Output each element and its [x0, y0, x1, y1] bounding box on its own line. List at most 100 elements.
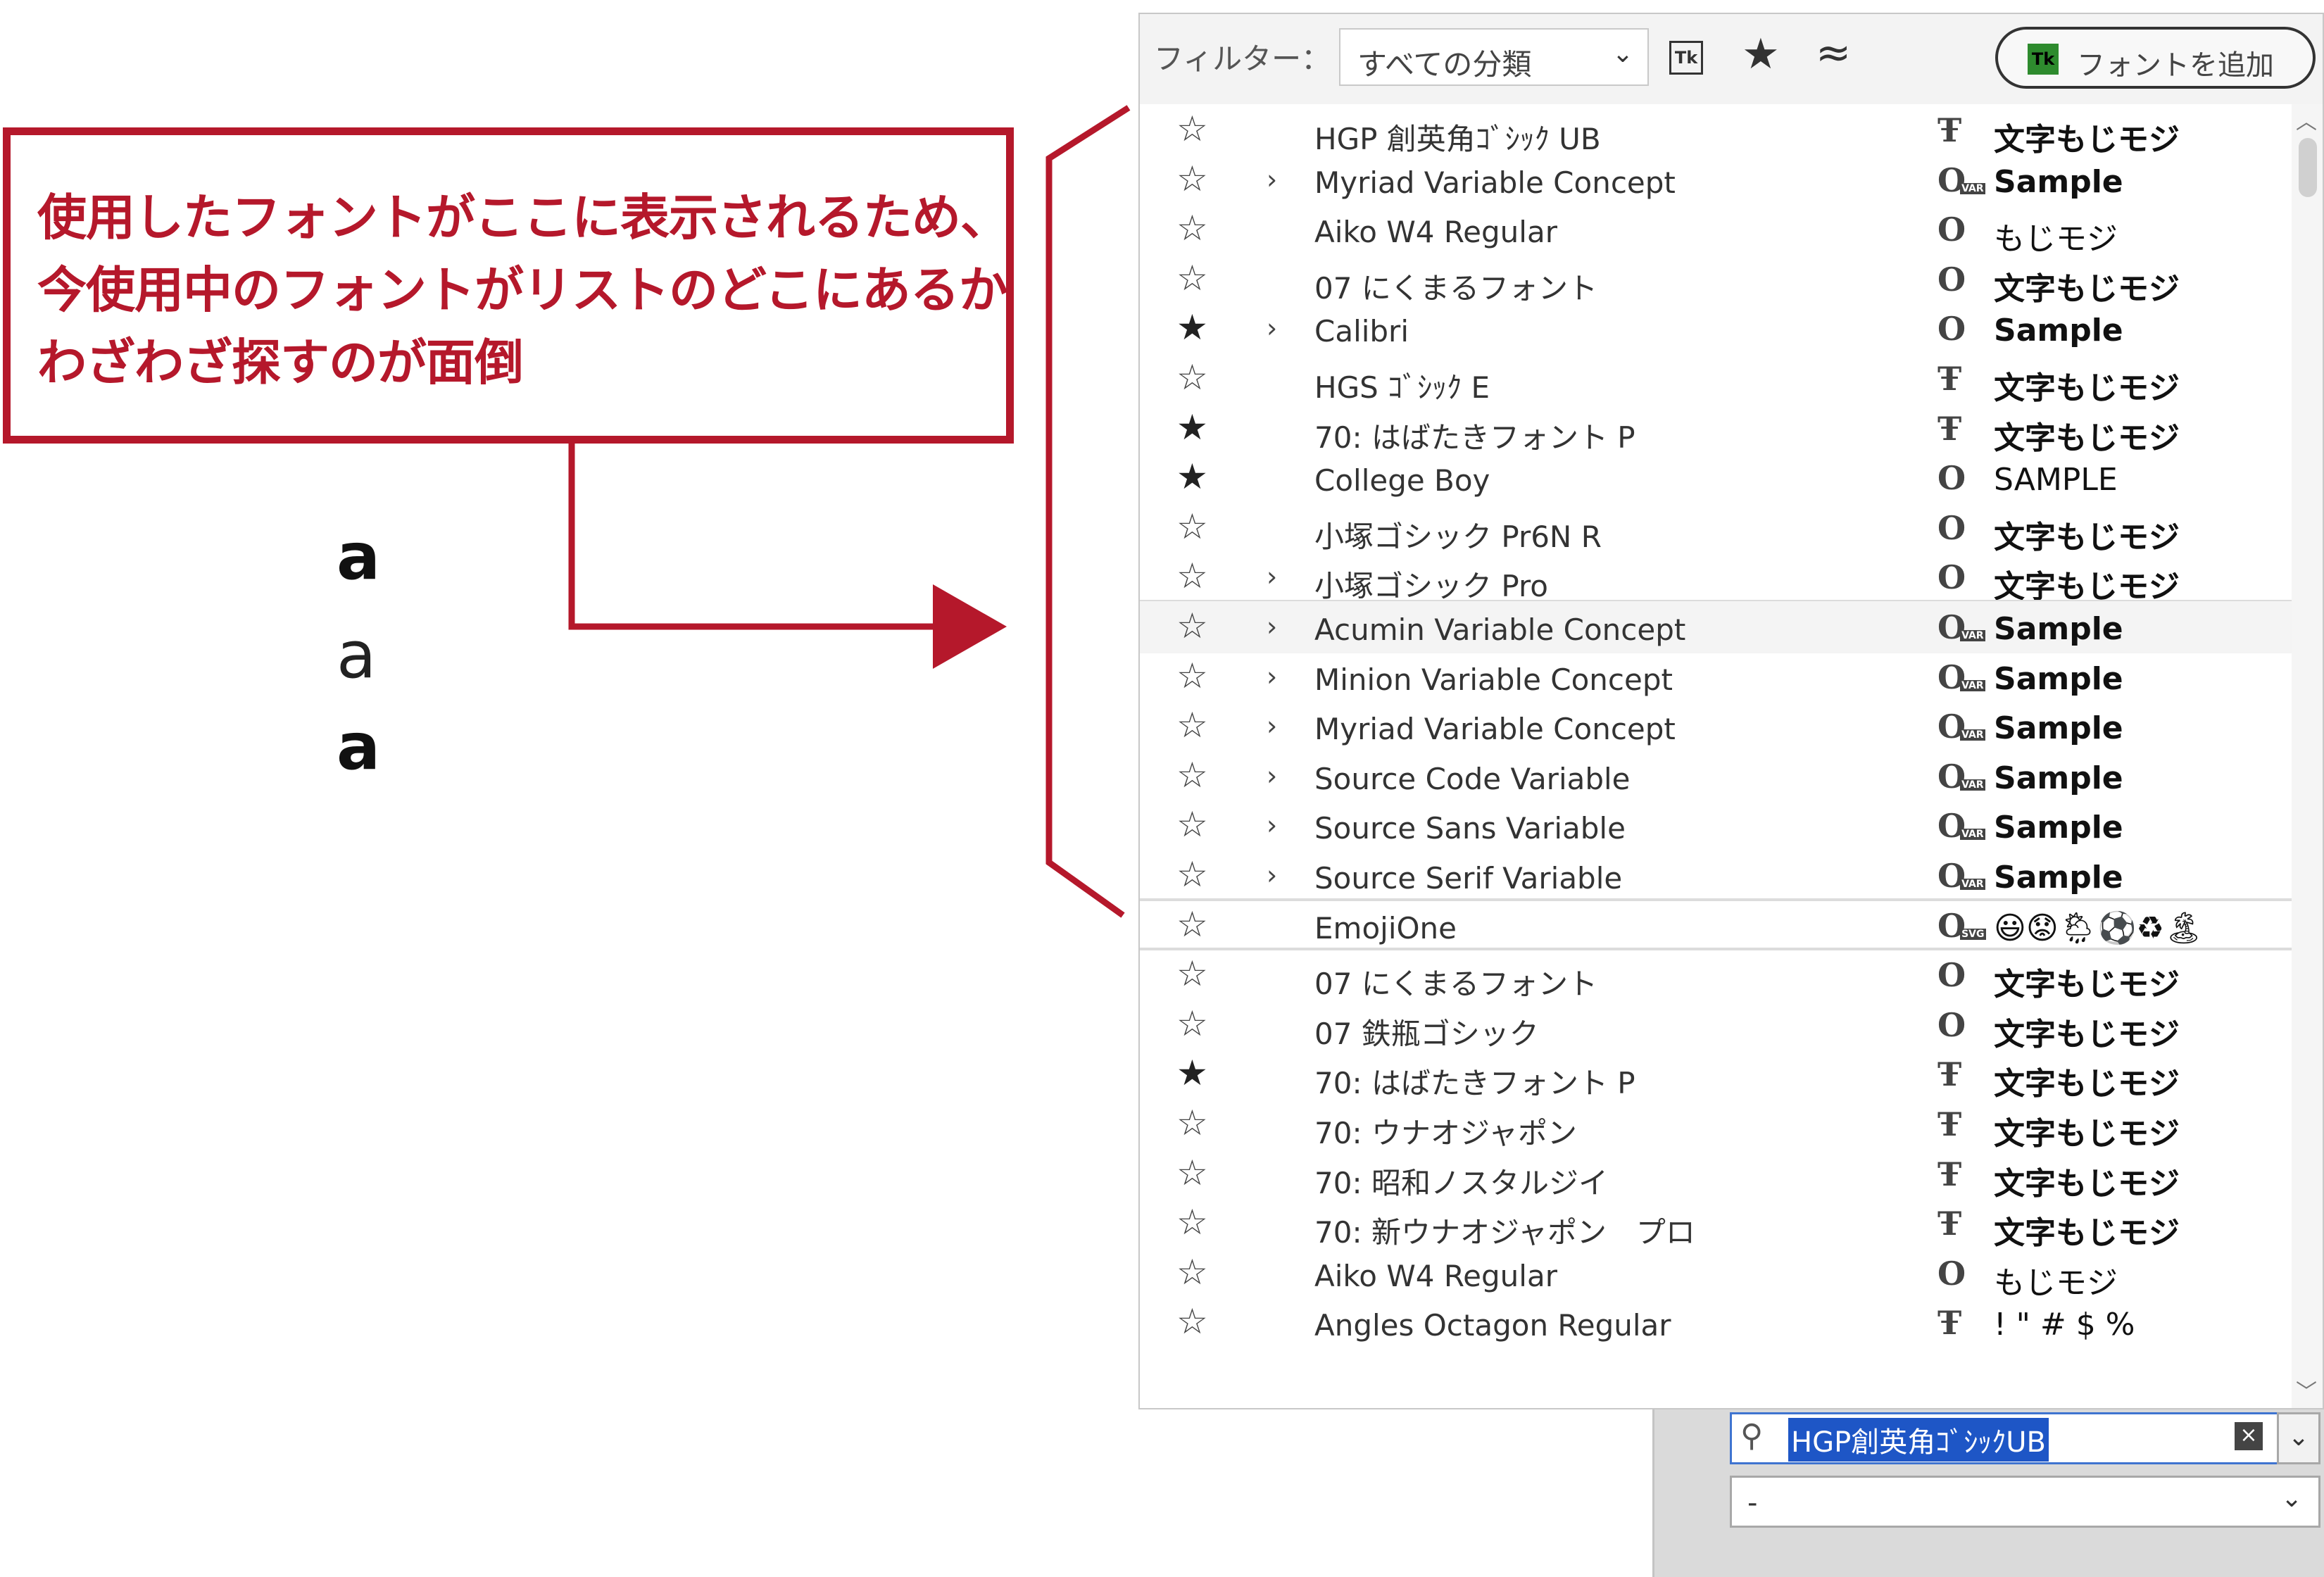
font-list-item[interactable]: ☆ › Source Code Variable OSample: [1140, 750, 2292, 803]
font-dropdown-toggle[interactable]: ⌄: [2277, 1412, 2320, 1464]
favorite-star-filled-icon[interactable]: ★: [1176, 310, 1208, 345]
favorites-filter-star-icon[interactable]: ★: [1742, 30, 1780, 79]
font-list-item[interactable]: ☆ 07 にくまるフォント O 文字もじモジ: [1140, 949, 2292, 1003]
favorite-star-icon[interactable]: ☆: [1176, 1155, 1208, 1190]
font-sample: 文字もじモジ: [1994, 122, 2180, 158]
font-list-item[interactable]: ☆ › Source Sans Variable OSample: [1140, 800, 2292, 852]
font-name: 70: はばたきフォント P: [1314, 420, 1635, 455]
font-name: Source Serif Variable: [1314, 861, 1623, 896]
font-list-item[interactable]: ★ 70: はばたきフォント P Ŧ 文字もじモジ: [1140, 1048, 2292, 1102]
font-name: HGS ｺﾞｼｯｸ E: [1314, 370, 1490, 405]
font-list-item[interactable]: ☆ › Acumin Variable Concept OSample: [1140, 601, 2292, 653]
font-list-item[interactable]: ★ › Calibri O Sample: [1140, 303, 2292, 355]
font-search-value[interactable]: HGP創英角ｺﾞｼｯｸUB: [1788, 1418, 2049, 1462]
font-list-item[interactable]: ☆ 70: 昭和ノスタルジイ Ŧ 文字もじモジ: [1140, 1148, 2292, 1202]
scroll-up-icon[interactable]: ︿: [2296, 104, 2317, 135]
font-list-item[interactable]: ☆ 70: ウナオジャポン Ŧ 文字もじモジ: [1140, 1098, 2292, 1152]
favorite-star-filled-icon[interactable]: ★: [1176, 1055, 1208, 1091]
chevron-down-icon[interactable]: ⌄: [2281, 1484, 2302, 1513]
favorite-star-icon[interactable]: ☆: [1176, 758, 1208, 793]
opentype-icon: O: [1937, 807, 1985, 845]
font-list-item[interactable]: ☆ › 小塚ゴシック Pro O 文字もじモジ: [1140, 551, 2292, 605]
favorite-star-icon[interactable]: ☆: [1176, 260, 1208, 296]
opentype-icon: O: [1937, 658, 1985, 696]
chevron-down-icon: ⌄: [1612, 39, 1633, 68]
truetype-icon: Ŧ: [1937, 1105, 1962, 1143]
font-sample: Sample: [1994, 313, 2123, 348]
font-list-item[interactable]: ☆ HGP 創英角ｺﾞｼｯｸ UB Ŧ 文字もじモジ: [1140, 104, 2292, 158]
font-list-item[interactable]: ☆ › Source Serif Variable OSample: [1140, 850, 2292, 902]
favorite-star-icon[interactable]: ☆: [1176, 857, 1208, 892]
font-sample: 文字もじモジ: [1994, 1166, 2180, 1202]
scroll-thumb[interactable]: [2299, 138, 2317, 197]
font-sample: ! " # $ %: [1994, 1307, 2135, 1343]
search-icon[interactable]: ⚲: [1740, 1418, 1763, 1454]
font-list-item[interactable]: ☆ 70: 新ウナオジャポン プロ Ŧ 文字もじモジ: [1140, 1198, 2292, 1251]
favorite-star-icon[interactable]: ☆: [1176, 1006, 1208, 1041]
favorite-star-icon[interactable]: ☆: [1176, 1105, 1208, 1141]
clear-icon[interactable]: ×: [2235, 1422, 2263, 1450]
favorite-star-icon[interactable]: ☆: [1176, 1205, 1208, 1240]
category-filter-select[interactable]: すべての分類 ⌄: [1339, 28, 1649, 86]
font-list-item[interactable]: ☆ 07 にくまるフォント O 文字もじモジ: [1140, 253, 2292, 307]
expand-family-icon[interactable]: ›: [1267, 810, 1277, 841]
typekit-filter-icon[interactable]: Tk: [1669, 41, 1703, 75]
similar-fonts-approx-icon[interactable]: ≈: [1816, 28, 1851, 77]
favorite-star-icon[interactable]: ☆: [1176, 111, 1208, 146]
font-sample: 文字もじモジ: [1994, 1116, 2180, 1152]
font-sample: Sample: [1994, 810, 2123, 846]
favorite-star-filled-icon[interactable]: ★: [1176, 459, 1208, 494]
expand-family-icon[interactable]: ›: [1267, 164, 1277, 195]
favorite-star-icon[interactable]: ☆: [1176, 211, 1208, 246]
favorite-star-icon[interactable]: ☆: [1176, 907, 1208, 942]
favorite-star-icon[interactable]: ☆: [1176, 161, 1208, 196]
font-list-item[interactable]: ☆ 小塚ゴシック Pr6N R O 文字もじモジ: [1140, 502, 2292, 555]
font-sample: もじモジ: [1994, 221, 2118, 257]
font-name: 70: はばたきフォント P: [1314, 1066, 1635, 1100]
font-list-item[interactable]: ☆ Aiko W4 Regular O もじモジ: [1140, 1248, 2292, 1301]
expand-family-icon[interactable]: ›: [1267, 313, 1277, 344]
font-style-select[interactable]: [1730, 1476, 2320, 1528]
annotation-arrow-head: [933, 584, 1007, 669]
sample-glyph-light: a: [337, 617, 377, 693]
font-list-item[interactable]: ☆ Aiko W4 Regular O もじモジ: [1140, 203, 2292, 257]
favorite-star-icon[interactable]: ☆: [1176, 509, 1208, 544]
font-list-item[interactable]: ☆ EmojiOne O😃😟🌦⚽♻🏝: [1140, 900, 2292, 952]
favorite-star-icon[interactable]: ☆: [1176, 360, 1208, 395]
expand-family-icon[interactable]: ›: [1267, 860, 1277, 891]
font-name: Angles Octagon Regular: [1314, 1308, 1671, 1343]
favorite-star-icon[interactable]: ☆: [1176, 658, 1208, 693]
add-fonts-button[interactable]: Tk フォントを追加: [1995, 27, 2316, 89]
font-list[interactable]: ☆ HGP 創英角ｺﾞｼｯｸ UB Ŧ 文字もじモジ ☆ › Myriad Variable…: [1140, 104, 2292, 1408]
scroll-down-icon[interactable]: ﹀: [2296, 1374, 2317, 1405]
font-list-item[interactable]: ☆ › Myriad Variable Concept OSample: [1140, 700, 2292, 753]
favorite-star-icon[interactable]: ☆: [1176, 956, 1208, 991]
font-list-item[interactable]: ☆ › Myriad Variable Concept OSample: [1140, 154, 2292, 206]
font-sample: Sample: [1994, 710, 2123, 746]
font-sample: 文字もじモジ: [1994, 1215, 2180, 1251]
font-name: 70: ウナオジャポン: [1314, 1116, 1577, 1150]
opentype-icon: O: [1937, 857, 1985, 895]
expand-family-icon[interactable]: ›: [1267, 710, 1277, 741]
list-scrollbar[interactable]: ︿ ﹀: [2292, 104, 2323, 1408]
font-list-item[interactable]: ★ College Boy O SAMPLE: [1140, 452, 2292, 504]
font-list-item[interactable]: ☆ Angles Octagon Regular Ŧ ! " # $ %: [1140, 1297, 2292, 1349]
expand-family-icon[interactable]: ›: [1267, 760, 1277, 791]
favorite-star-icon[interactable]: ☆: [1176, 708, 1208, 743]
favorite-star-icon[interactable]: ☆: [1176, 1255, 1208, 1290]
favorite-star-filled-icon[interactable]: ★: [1176, 410, 1208, 445]
favorite-star-icon[interactable]: ☆: [1176, 608, 1208, 643]
font-list-item[interactable]: ☆ 07 鉄瓶ゴシック O 文字もじモジ: [1140, 999, 2292, 1053]
font-list-item[interactable]: ★ 70: はばたきフォント P Ŧ 文字もじモジ: [1140, 403, 2292, 456]
opentype-icon: O: [1937, 708, 1985, 746]
favorite-star-icon[interactable]: ☆: [1176, 807, 1208, 842]
font-list-item[interactable]: ☆ HGS ｺﾞｼｯｸ E Ŧ 文字もじモジ: [1140, 353, 2292, 406]
expand-family-icon[interactable]: ›: [1267, 611, 1277, 642]
opentype-icon: O: [1937, 758, 1985, 796]
favorite-star-icon[interactable]: ☆: [1176, 1304, 1208, 1339]
font-list-item[interactable]: ☆ › Minion Variable Concept OSample: [1140, 651, 2292, 703]
filter-label: フィルター：: [1154, 42, 1331, 76]
expand-family-icon[interactable]: ›: [1267, 561, 1277, 592]
expand-family-icon[interactable]: ›: [1267, 661, 1277, 692]
favorite-star-icon[interactable]: ☆: [1176, 558, 1208, 593]
